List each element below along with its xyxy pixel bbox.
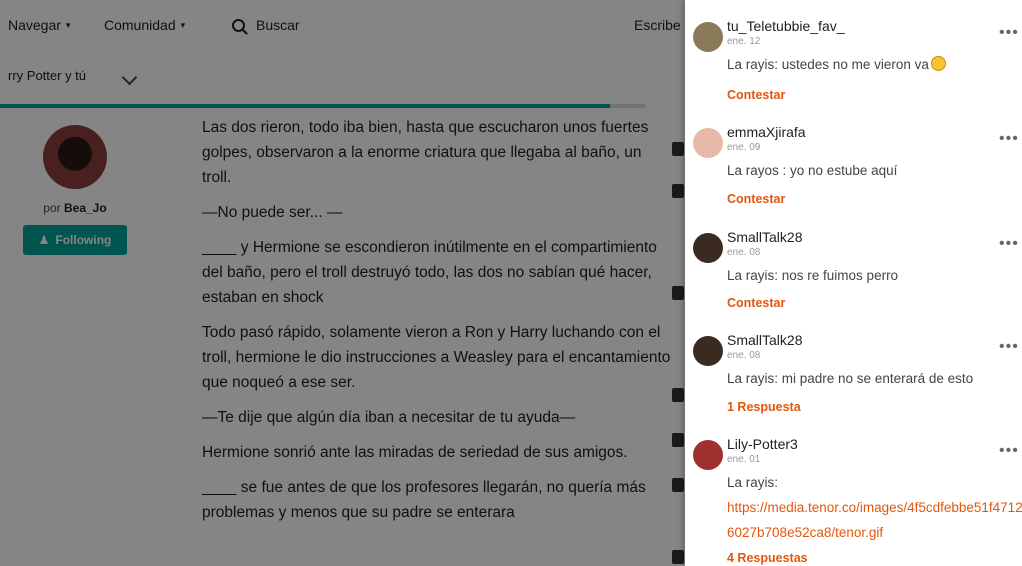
- comment-text-body: La rayis: ustedes no me vieron va: [727, 57, 929, 72]
- comment-username[interactable]: emmaXjirafa: [727, 124, 806, 140]
- story-reader: Navegar ▾ Comunidad ▾ Buscar Escribe rry…: [0, 0, 685, 566]
- more-options-icon[interactable]: •••: [999, 235, 1019, 253]
- more-options-icon[interactable]: •••: [999, 130, 1019, 148]
- user-avatar[interactable]: [693, 22, 723, 52]
- user-avatar[interactable]: [693, 128, 723, 158]
- comment-text: La rayis:: [727, 475, 779, 490]
- replies-link[interactable]: 4 Respuestas: [727, 551, 808, 565]
- comment-text: La rayos : yo no estube aquí: [727, 163, 898, 178]
- more-options-icon[interactable]: •••: [999, 338, 1019, 356]
- comment-username[interactable]: Lily-Potter3: [727, 436, 798, 452]
- reply-button[interactable]: Contestar: [727, 296, 785, 310]
- reply-button[interactable]: Contestar: [727, 88, 785, 102]
- comment-username[interactable]: SmallTalk28: [727, 332, 802, 348]
- comment-text: La rayis: ustedes no me vieron va: [727, 54, 946, 76]
- comment-text: La rayis: mi padre no se enterará de est…: [727, 371, 974, 386]
- comments-panel: tu_Teletubbie_fav_ ene. 12 La rayis: ust…: [685, 0, 1022, 566]
- modal-backdrop[interactable]: [0, 0, 685, 566]
- reply-button[interactable]: Contestar: [727, 192, 785, 206]
- comment-date: ene. 08: [727, 247, 761, 258]
- comment-username[interactable]: SmallTalk28: [727, 229, 802, 245]
- user-avatar[interactable]: [693, 336, 723, 366]
- replies-link[interactable]: 1 Respuesta: [727, 400, 801, 414]
- comment-link[interactable]: https://media.tenor.co/images/4f5cdfebbe…: [727, 497, 1022, 519]
- comment-date: ene. 09: [727, 142, 761, 153]
- comment-date: ene. 08: [727, 350, 761, 361]
- more-options-icon[interactable]: •••: [999, 24, 1019, 42]
- comment-date: ene. 12: [727, 36, 761, 47]
- comment-text: La rayis: nos re fuimos perro: [727, 268, 899, 283]
- comment-link[interactable]: 6027b708e52ca8/tenor.gif: [727, 522, 883, 544]
- user-avatar[interactable]: [693, 233, 723, 263]
- comment-date: ene. 01: [727, 454, 761, 465]
- comment-username[interactable]: tu_Teletubbie_fav_: [727, 18, 845, 34]
- more-options-icon[interactable]: •••: [999, 442, 1019, 460]
- emoji-icon: [930, 56, 946, 71]
- user-avatar[interactable]: [693, 440, 723, 470]
